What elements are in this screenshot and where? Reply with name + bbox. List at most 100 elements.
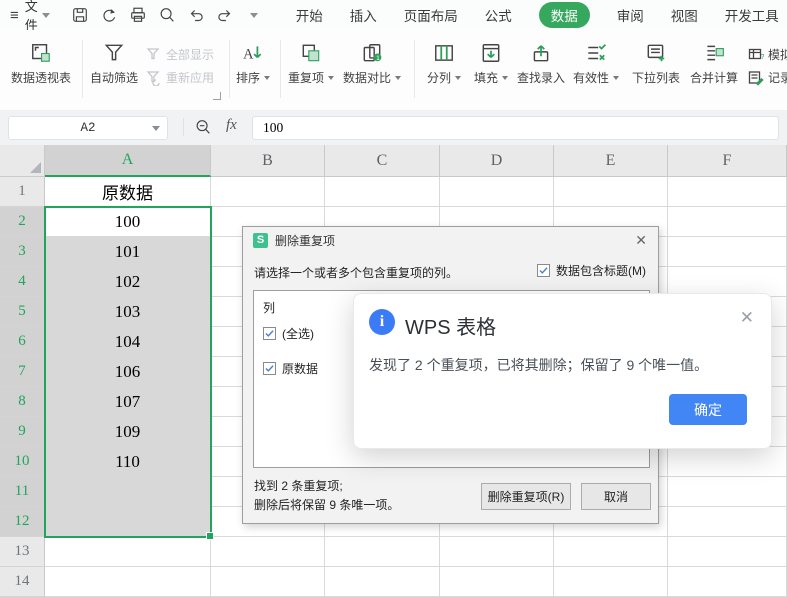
tab-视图[interactable]: 视图 (671, 5, 698, 25)
cell-F2[interactable] (668, 207, 787, 237)
cell-A14[interactable] (45, 567, 211, 597)
row-header-2[interactable]: 2 (0, 207, 45, 237)
cell-F1[interactable] (668, 177, 787, 207)
column-header-D[interactable]: D (440, 145, 554, 177)
validation-button[interactable]: 有效性 (570, 38, 622, 86)
row-header-13[interactable]: 13 (0, 537, 45, 567)
row-header-6[interactable]: 6 (0, 327, 45, 357)
tab-插入[interactable]: 插入 (350, 5, 377, 25)
cell-F3[interactable] (668, 237, 787, 267)
row-header-5[interactable]: 5 (0, 297, 45, 327)
column-header-B[interactable]: B (211, 145, 325, 177)
cell-D13[interactable] (440, 537, 554, 567)
ok-button[interactable]: 确定 (669, 394, 747, 425)
select-all-corner[interactable] (0, 145, 45, 177)
column-header-C[interactable]: C (325, 145, 440, 177)
cell-E13[interactable] (554, 537, 668, 567)
file-menu-button[interactable]: 文件 (25, 0, 50, 34)
cancel-button[interactable]: 取消 (581, 483, 651, 510)
cell-A7[interactable]: 106 (45, 357, 211, 387)
dropdown-list-button[interactable]: 下拉列表 (630, 38, 682, 86)
filter-group-dialog-launcher[interactable] (213, 92, 221, 100)
tab-开始[interactable]: 开始 (296, 5, 323, 25)
row-header-14[interactable]: 14 (0, 567, 45, 597)
row-header-12[interactable]: 12 (0, 507, 45, 537)
row-header-3[interactable]: 3 (0, 237, 45, 267)
fill-button[interactable]: 填充 (468, 38, 514, 86)
cell-F13[interactable] (668, 537, 787, 567)
cell-D1[interactable] (440, 177, 554, 207)
tab-页面布局[interactable]: 页面布局 (404, 5, 458, 25)
cell-D14[interactable] (440, 567, 554, 597)
cell-F11[interactable] (668, 477, 787, 507)
row-header-9[interactable]: 9 (0, 417, 45, 447)
message-box-close-button[interactable]: ✕ (740, 308, 754, 328)
export-button[interactable] (99, 5, 119, 25)
cell-A8[interactable]: 107 (45, 387, 211, 417)
cell-A2[interactable]: 100 (45, 207, 211, 237)
data-compare-button[interactable]: 1 数据对比 (340, 38, 404, 86)
select-all-checkbox[interactable]: (全选) (263, 325, 314, 342)
cell-B13[interactable] (211, 537, 325, 567)
row-header-1[interactable]: 1 (0, 177, 45, 207)
cell-C1[interactable] (325, 177, 440, 207)
undo-button[interactable] (186, 5, 206, 25)
cell-A4[interactable]: 102 (45, 267, 211, 297)
column-header-A[interactable]: A (45, 145, 211, 177)
cell-A6[interactable]: 104 (45, 327, 211, 357)
cell-A11[interactable] (45, 477, 211, 507)
cell-A5[interactable]: 103 (45, 297, 211, 327)
name-box[interactable]: A2 (8, 116, 168, 140)
cell-A1[interactable]: 原数据 (45, 177, 211, 207)
record-form-button[interactable]: 记录 (748, 69, 787, 86)
fill-handle[interactable] (206, 532, 214, 540)
text-to-columns-button[interactable]: 分列 (421, 38, 467, 86)
redo-button[interactable] (215, 5, 235, 25)
zoom-search-icon[interactable] (194, 118, 212, 136)
what-if-button[interactable]: ? 模拟 (748, 46, 787, 63)
cell-F14[interactable] (668, 567, 787, 597)
remove-duplicates-button[interactable]: 删除重复项(R) (481, 483, 571, 510)
cell-A10[interactable]: 110 (45, 447, 211, 477)
data-has-headers-checkbox[interactable]: 数据包含标题(M) (537, 262, 646, 279)
cell-B14[interactable] (211, 567, 325, 597)
cell-F12[interactable] (668, 507, 787, 537)
consolidate-button[interactable]: 合并计算 (688, 38, 740, 86)
cell-A3[interactable]: 101 (45, 237, 211, 267)
cell-E14[interactable] (554, 567, 668, 597)
cell-B1[interactable] (211, 177, 325, 207)
dialog-title-bar[interactable]: S 删除重复项 ✕ (243, 227, 658, 253)
cell-F10[interactable] (668, 447, 787, 477)
cell-E1[interactable] (554, 177, 668, 207)
cell-A12[interactable] (45, 507, 211, 537)
row-header-10[interactable]: 10 (0, 447, 45, 477)
formula-input[interactable]: 100 (252, 116, 779, 140)
row-header-8[interactable]: 8 (0, 387, 45, 417)
pivot-table-button[interactable]: 数据透视表 (10, 38, 72, 86)
print-button[interactable] (128, 5, 148, 25)
row-header-7[interactable]: 7 (0, 357, 45, 387)
row-header-4[interactable]: 4 (0, 267, 45, 297)
sort-button[interactable]: A 排序 (230, 38, 276, 86)
print-preview-button[interactable] (157, 5, 177, 25)
find-entry-button[interactable]: 查找录入 (515, 38, 567, 86)
tab-审阅[interactable]: 审阅 (617, 5, 644, 25)
dialog-close-button[interactable]: ✕ (635, 232, 647, 249)
insert-function-button[interactable]: fx (226, 117, 237, 134)
column-header-E[interactable]: E (554, 145, 668, 177)
column-header-F[interactable]: F (668, 145, 787, 177)
autofilter-button[interactable]: 自动筛选 (88, 38, 140, 86)
cell-A13[interactable] (45, 537, 211, 567)
toolbar-options-chevron-icon[interactable] (244, 5, 264, 25)
cell-C14[interactable] (325, 567, 440, 597)
cell-A9[interactable]: 109 (45, 417, 211, 447)
tab-开发工具[interactable]: 开发工具 (725, 5, 779, 25)
column-a-checkbox[interactable]: 原数据 (263, 360, 318, 377)
tab-公式[interactable]: 公式 (485, 5, 512, 25)
tab-数据[interactable]: 数据 (539, 2, 590, 28)
name-box-dropdown-icon[interactable] (152, 126, 160, 131)
cell-C13[interactable] (325, 537, 440, 567)
hamburger-menu-icon[interactable]: ≡ (10, 7, 19, 24)
save-button[interactable] (70, 5, 90, 25)
row-header-11[interactable]: 11 (0, 477, 45, 507)
